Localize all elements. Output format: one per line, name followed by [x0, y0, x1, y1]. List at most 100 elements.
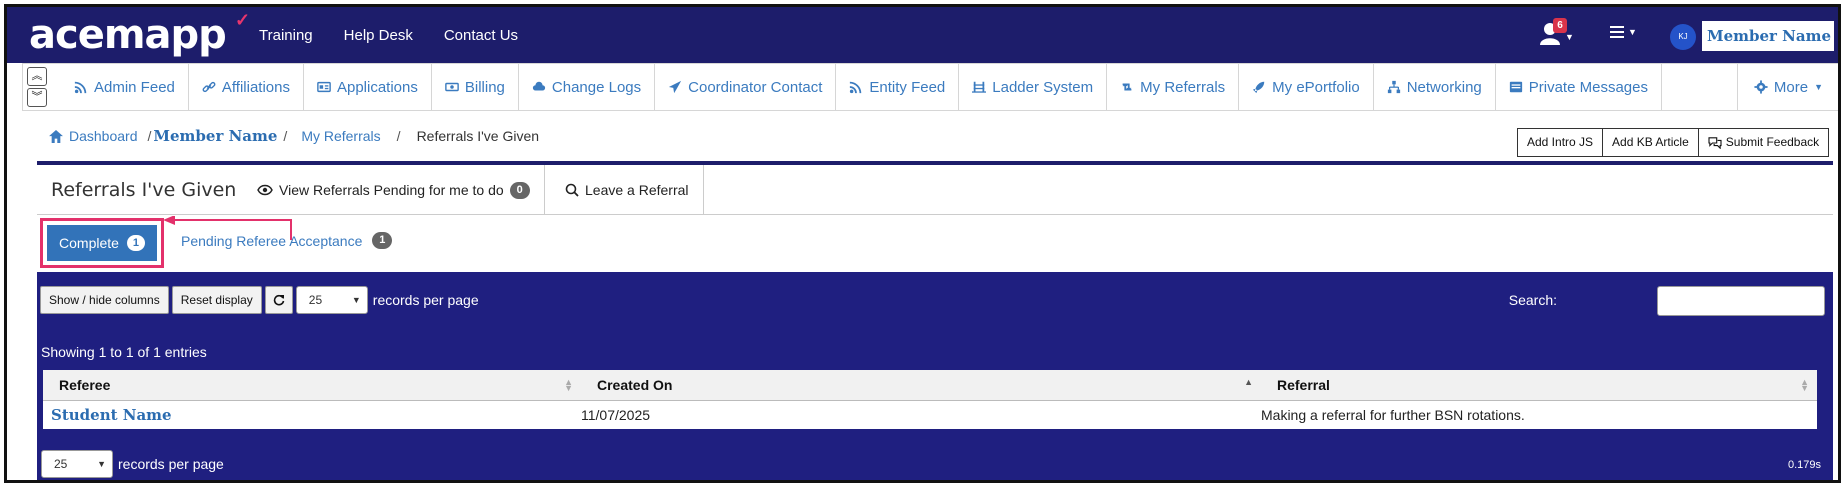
table-controls: Show / hide columns Reset display 25 ▼ r… [40, 286, 479, 314]
referrals-panel: Referrals I've Given View Referrals Pend… [37, 161, 1833, 480]
tab-pending-referee-acceptance[interactable]: Pending Referee Acceptance 1 [181, 232, 393, 249]
id-card-icon [317, 81, 331, 93]
entries-info: Showing 1 to 1 of 1 entries [41, 344, 207, 360]
column-referee[interactable]: Referee ▲ ▼ [43, 370, 581, 400]
annotation-highlight-box: Complete 1 [40, 218, 164, 268]
column-created-on[interactable]: Created On ▲ [581, 370, 1261, 400]
nav-item-coordinator-contact[interactable]: Coordinator Contact [655, 64, 837, 110]
nav-item-applications[interactable]: Applications [304, 64, 432, 110]
sitemap-icon [1387, 80, 1400, 94]
nav-item-my-eportfolio[interactable]: My ePortfolio [1239, 64, 1374, 110]
pending-link-label: View Referrals Pending for me to do [279, 182, 504, 198]
chevron-down-icon: ▼ [1628, 27, 1637, 37]
breadcrumb-current: Referrals I've Given [416, 128, 540, 144]
breadcrumb: Dashboard / Member Name / My Referrals /… [49, 127, 539, 145]
referee-name-link[interactable]: Student Name [51, 406, 172, 424]
pending-acceptance-count-badge: 1 [372, 232, 393, 249]
nav-collapse-controls: ︽ ︾ [23, 64, 49, 110]
ladder-icon [972, 81, 987, 93]
nav-item-change-logs[interactable]: Change Logs [519, 64, 656, 110]
refresh-button[interactable] [264, 286, 293, 314]
search-input[interactable] [1657, 286, 1825, 316]
chevron-down-icon: ▼ [97, 459, 106, 469]
show-hide-columns-button[interactable]: Show / hide columns [40, 286, 169, 314]
breadcrumb-dashboard[interactable]: Dashboard [69, 128, 138, 144]
nav-item-label: Private Messages [1528, 78, 1648, 96]
reset-display-button[interactable]: Reset display [171, 286, 262, 314]
toplink-contact-us[interactable]: Contact Us [444, 27, 518, 44]
add-kb-article-button[interactable]: Add KB Article [1603, 128, 1699, 157]
nav-item-label: Applications [336, 78, 418, 96]
nav-item-my-referrals[interactable]: My Referrals [1107, 64, 1240, 110]
chevron-down-icon: ▼ [1565, 32, 1574, 42]
page-tools: Add Intro JS Add KB Article Submit Feedb… [1517, 128, 1830, 157]
link-icon [202, 81, 216, 93]
table-footer-controls: 25 ▼ records per page [41, 450, 224, 478]
leave-referral-label: Leave a Referral [585, 182, 689, 198]
nav-item-label: Affiliations [221, 78, 290, 96]
more-menu-button[interactable]: More ▼ [1736, 64, 1838, 110]
created-on-cell: 11/07/2025 [581, 407, 651, 423]
sort-asc-icon: ▲ [1244, 377, 1253, 387]
nav-item-label: Coordinator Contact [688, 78, 823, 96]
nav-item-ladder-system[interactable]: Ladder System [959, 64, 1108, 110]
home-icon [49, 129, 63, 143]
collapse-up-icon[interactable]: ︽ [27, 67, 47, 86]
rss-icon [850, 81, 862, 94]
table-row: Student Name 11/07/2025 Making a referra… [43, 401, 1817, 429]
chevron-down-icon: ▼ [1814, 82, 1823, 92]
column-referral[interactable]: Referral ▲ ▼ [1261, 370, 1817, 400]
avatar[interactable]: KJ [1670, 24, 1696, 50]
page-size-value: 25 [308, 293, 323, 307]
eye-icon [257, 184, 273, 196]
search-label: Search: [1508, 292, 1557, 308]
rocket-icon [1253, 81, 1265, 94]
envelope-icon [1509, 81, 1522, 93]
retweet-icon [1122, 83, 1132, 91]
add-intro-js-button[interactable]: Add Intro JS [1517, 128, 1604, 157]
nav-item-admin-feed[interactable]: Admin Feed [61, 64, 189, 110]
logo-mark-icon: ✓ [235, 10, 251, 30]
cloud-upload-icon [532, 81, 546, 91]
member-name-label[interactable]: Member Name [1702, 21, 1834, 51]
nav-item-label: Networking [1406, 78, 1482, 96]
money-icon [445, 82, 459, 92]
expand-down-icon[interactable]: ︾ [27, 88, 47, 107]
nav-item-entity-feed[interactable]: Entity Feed [836, 64, 960, 110]
breadcrumb-separator: / [147, 128, 152, 144]
status-tabs: Complete 1 Pending Referee Acceptance 1 [37, 216, 1833, 270]
submit-feedback-button[interactable]: Submit Feedback [1698, 128, 1830, 157]
sort-icon: ▲ ▼ [1800, 377, 1809, 393]
toplink-help-desk[interactable]: Help Desk [344, 27, 413, 44]
pending-count-badge: 0 [509, 181, 530, 199]
search-icon [565, 183, 579, 197]
notification-count-badge: 6 [1553, 18, 1567, 33]
records-per-page-label: records per page [118, 456, 224, 472]
complete-count-badge: 1 [126, 235, 145, 251]
tab-pending-label: Pending Referee Acceptance [181, 232, 363, 249]
leave-referral-link[interactable]: Leave a Referral [551, 165, 704, 215]
nav-item-networking[interactable]: Networking [1374, 64, 1496, 110]
nav-item-label: Billing [464, 78, 505, 96]
more-label: More [1773, 78, 1809, 96]
notifications-user-icon[interactable]: 6 ▼ [1540, 18, 1574, 48]
nav-item-label: Admin Feed [94, 78, 175, 96]
page-size-select-bottom[interactable]: 25 ▼ [41, 450, 113, 478]
view-pending-referrals-link[interactable]: View Referrals Pending for me to do 0 [243, 165, 545, 215]
breadcrumb-member[interactable]: Member Name [153, 127, 277, 145]
top-navbar: acemapp ✓ Training Help Desk Contact Us … [7, 7, 1838, 63]
acemapp-logo[interactable]: acemapp [29, 15, 227, 55]
nav-item-private-messages[interactable]: Private Messages [1496, 64, 1662, 110]
referral-cell: Making a referral for further BSN rotati… [1261, 407, 1525, 423]
tab-complete[interactable]: Complete 1 [47, 225, 157, 261]
hamburger-menu-icon[interactable]: ▼ [1610, 25, 1637, 43]
toplink-training[interactable]: Training [259, 27, 313, 44]
breadcrumb-my-referrals[interactable]: My Referrals [301, 128, 380, 144]
nav-item-label: Change Logs [551, 78, 642, 96]
nav-item-label: Ladder System [992, 78, 1094, 96]
paper-plane-icon [669, 80, 682, 94]
page-size-select[interactable]: 25 ▼ [295, 286, 368, 314]
nav-item-affiliations[interactable]: Affiliations [189, 64, 304, 110]
nav-item-billing[interactable]: Billing [432, 64, 519, 110]
page-size-value: 25 [54, 457, 68, 471]
